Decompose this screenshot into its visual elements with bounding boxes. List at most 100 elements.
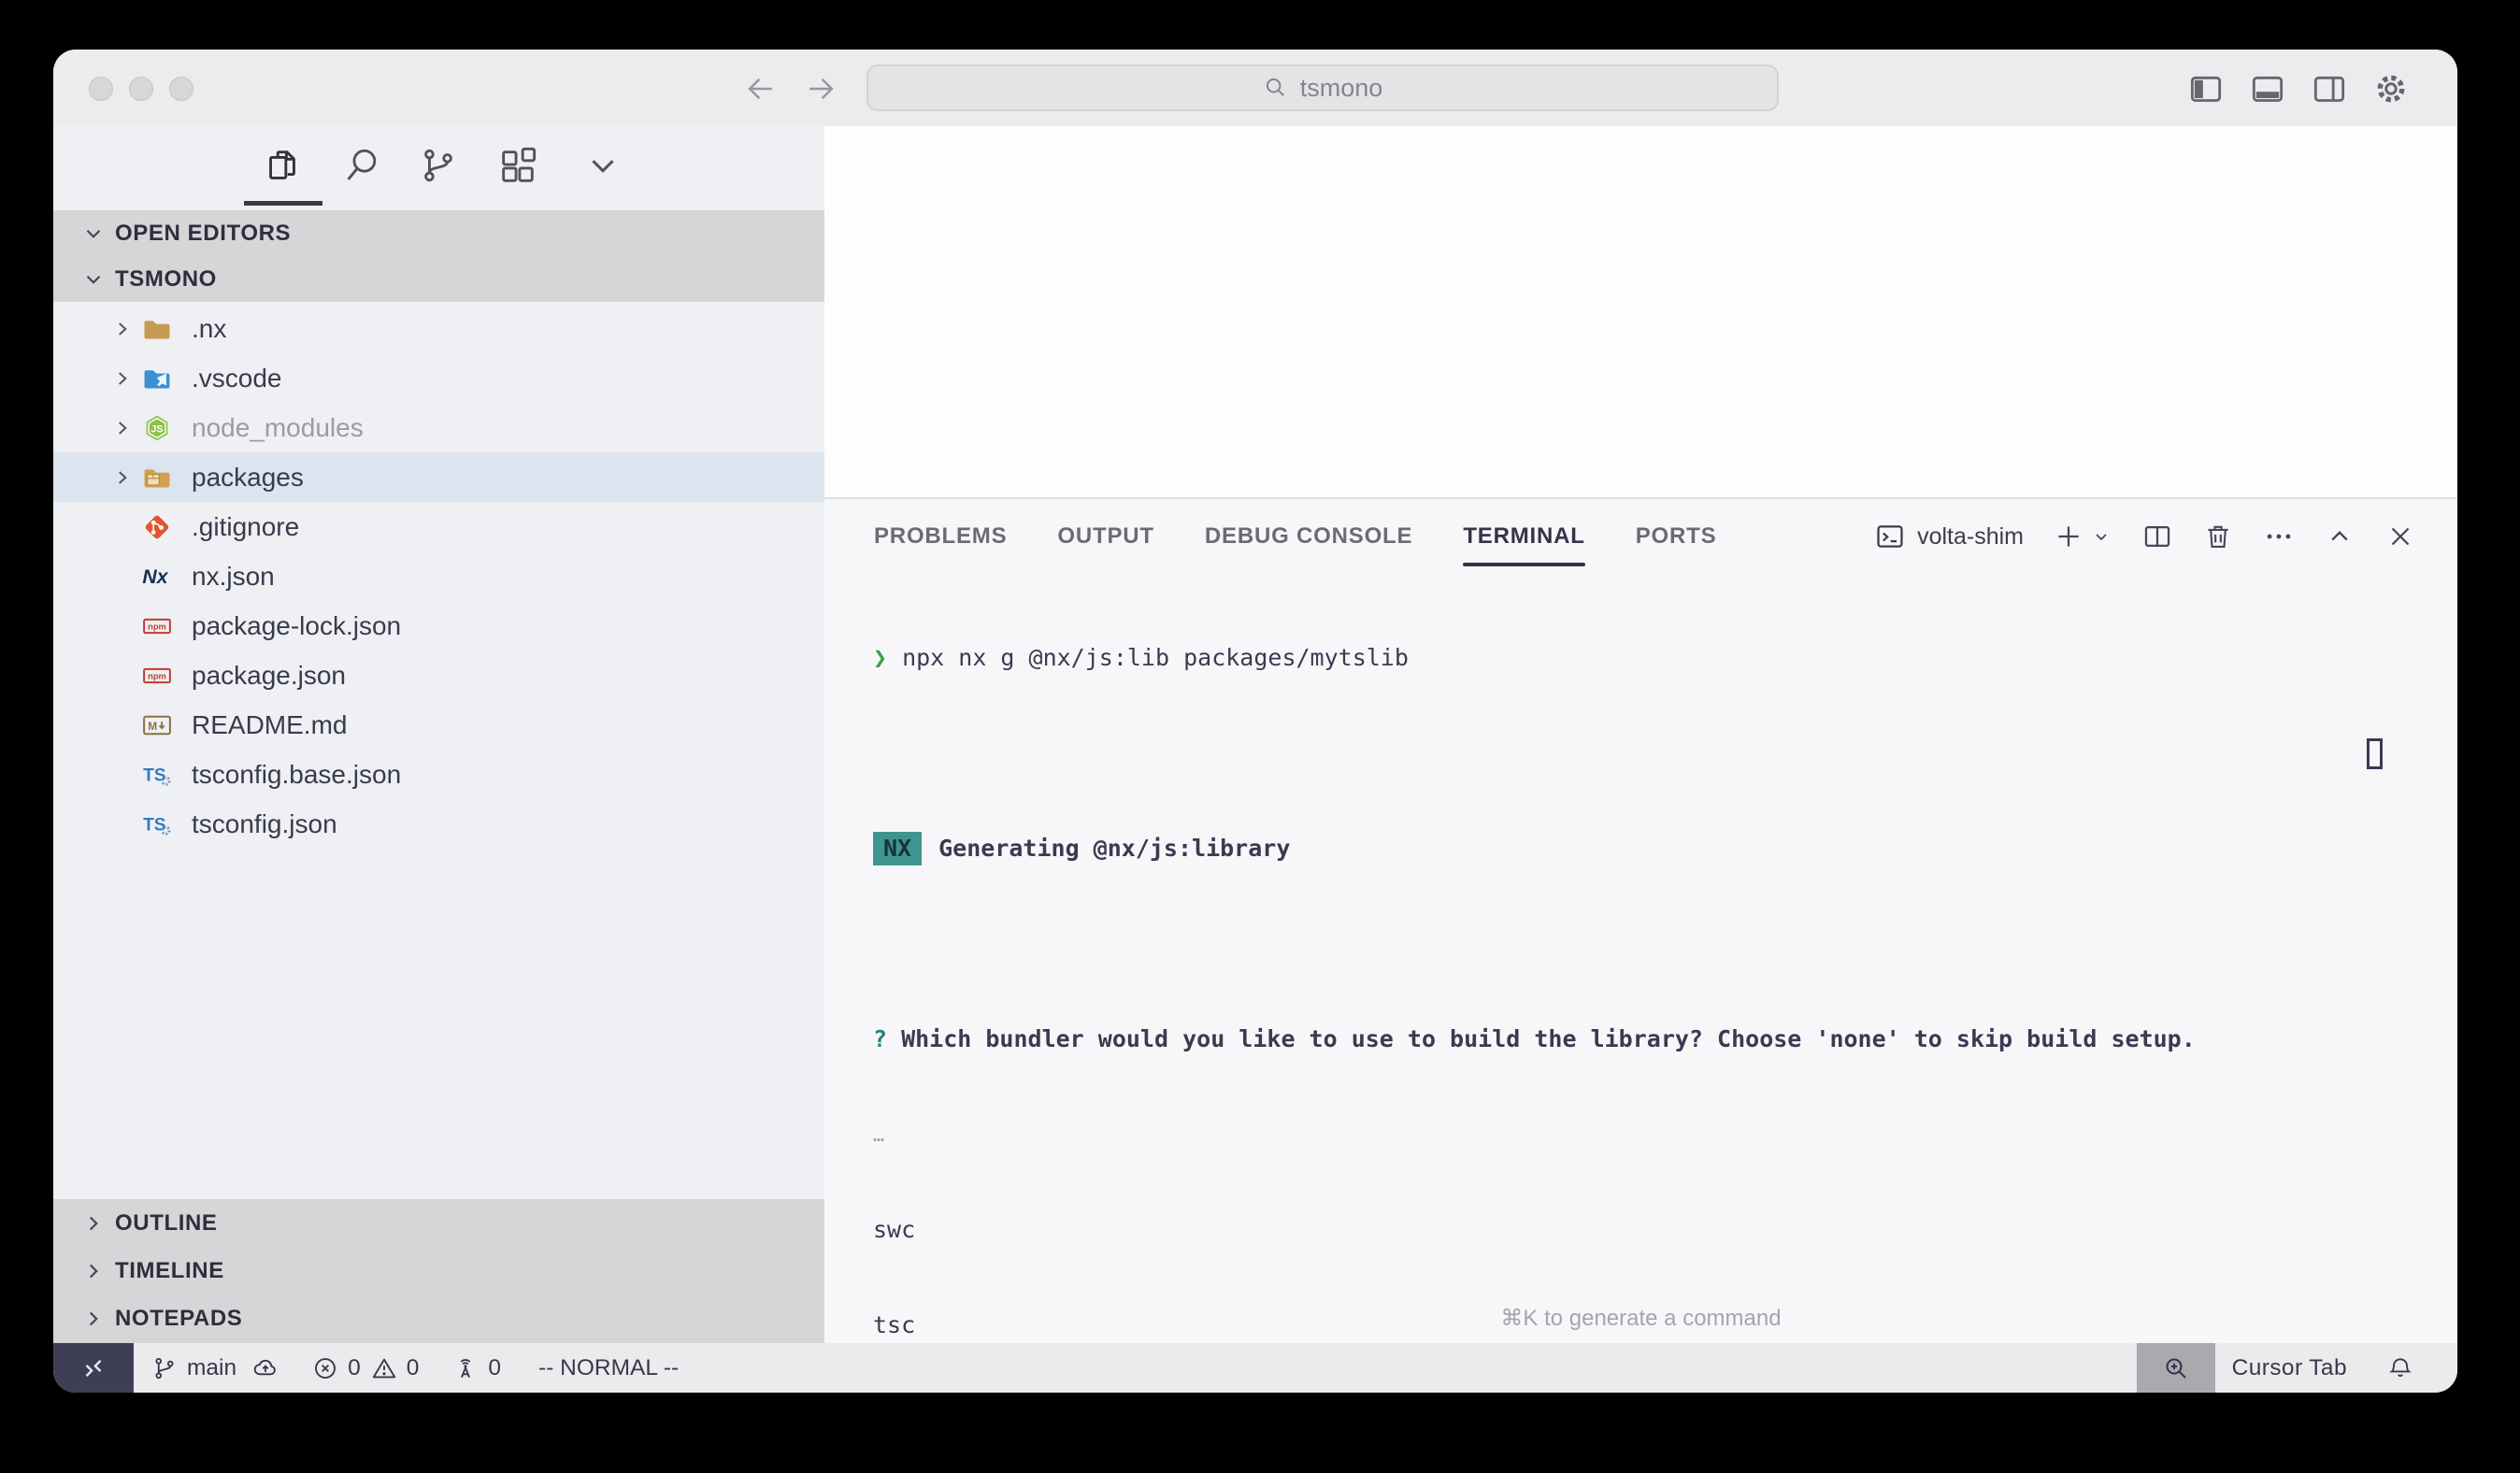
vim-mode-indicator[interactable]: -- NORMAL -- bbox=[538, 1355, 679, 1381]
activity-bar bbox=[53, 126, 824, 210]
file-label: .gitignore bbox=[192, 512, 299, 542]
overflow-indicator: … bbox=[873, 1119, 884, 1151]
terminal-command-line: ❯npx nx g @nx/js:lib packages/mytslib bbox=[873, 642, 2196, 674]
terminal-cursor bbox=[2367, 738, 2383, 769]
cursor-tab-toggle[interactable]: Cursor Tab bbox=[2232, 1355, 2347, 1381]
tree-item-gitignore[interactable]: .gitignore bbox=[53, 502, 824, 551]
explorer-headers: OPEN EDITORS TSMONO bbox=[53, 210, 824, 302]
warnings-indicator[interactable]: 0 bbox=[370, 1354, 420, 1382]
panel-actions: volta-shim bbox=[1874, 499, 2416, 574]
ports-indicator[interactable]: 0 bbox=[451, 1354, 501, 1382]
file-label: tsconfig.base.json bbox=[192, 760, 401, 790]
cloud-upload-icon bbox=[251, 1354, 279, 1382]
sync-changes-button[interactable] bbox=[251, 1354, 279, 1382]
file-label: .nx bbox=[192, 314, 226, 344]
timeline-section-header[interactable]: TIMELINE bbox=[53, 1247, 824, 1294]
error-circle-icon bbox=[311, 1354, 339, 1382]
file-label: packages bbox=[192, 463, 304, 493]
ports-count: 0 bbox=[488, 1355, 501, 1381]
sidebar-bottom-sections: OUTLINE TIMELINE NOTEPADS bbox=[53, 1199, 824, 1343]
chevron-right-icon bbox=[81, 1211, 106, 1236]
npm-icon: npm bbox=[141, 610, 173, 642]
sidebar-item-search[interactable] bbox=[339, 143, 384, 188]
terminal-output[interactable]: ❯npx nx g @nx/js:lib packages/mytslib NX… bbox=[873, 579, 2196, 1393]
command-center-search[interactable]: tsmono bbox=[866, 64, 1779, 111]
settings-button[interactable] bbox=[2371, 69, 2411, 108]
more-actions-icon[interactable] bbox=[2263, 521, 2295, 552]
toggle-secondary-sidebar-button[interactable] bbox=[2310, 69, 2349, 108]
file-label: .vscode bbox=[192, 364, 282, 393]
tab-debug-console[interactable]: DEBUG CONSOLE bbox=[1205, 499, 1412, 574]
tree-item-readme-md[interactable]: M README.md bbox=[53, 700, 824, 750]
file-label: package.json bbox=[192, 661, 346, 691]
tree-item-nx-json[interactable]: Nx nx.json bbox=[53, 551, 824, 601]
tree-item-package-json[interactable]: npm package.json bbox=[53, 651, 824, 700]
warning-triangle-icon bbox=[370, 1354, 398, 1382]
editor-area bbox=[824, 126, 2457, 497]
sidebar-item-more-views[interactable] bbox=[580, 143, 625, 188]
typescript-icon: TS bbox=[141, 808, 173, 840]
kill-terminal-icon[interactable] bbox=[2202, 521, 2234, 552]
svg-text:npm: npm bbox=[148, 622, 166, 631]
nx-icon: Nx bbox=[141, 561, 173, 593]
errors-count: 0 bbox=[348, 1355, 361, 1381]
tree-item-node-modules-folder[interactable]: JS node_modules bbox=[53, 403, 824, 452]
notepads-section-header[interactable]: NOTEPADS bbox=[53, 1294, 824, 1342]
titlebar: tsmono bbox=[53, 50, 2457, 126]
chevron-down-icon bbox=[81, 222, 106, 246]
explorer-icon bbox=[261, 144, 304, 187]
tree-item-packages-folder[interactable]: packages bbox=[53, 452, 824, 502]
close-button[interactable] bbox=[89, 77, 113, 101]
prompt-question-line: ?Which bundler would you like to use to … bbox=[873, 1023, 2196, 1055]
close-panel-icon[interactable] bbox=[2384, 521, 2416, 552]
tree-item-package-lock-json[interactable]: npm package-lock.json bbox=[53, 601, 824, 651]
tree-item-tsconfig-base-json[interactable]: TS tsconfig.base.json bbox=[53, 750, 824, 799]
project-root-label: TSMONO bbox=[115, 266, 217, 293]
chevron-right-icon bbox=[81, 1307, 106, 1331]
sidebar-item-extensions[interactable] bbox=[495, 143, 540, 188]
source-control-icon bbox=[417, 144, 460, 187]
radio-tower-icon bbox=[451, 1354, 480, 1382]
forward-button[interactable] bbox=[802, 70, 839, 107]
toggle-primary-sidebar-button[interactable] bbox=[2186, 69, 2226, 108]
terminal-command: npx nx g @nx/js:lib packages/mytslib bbox=[902, 642, 1409, 674]
back-button[interactable] bbox=[742, 70, 780, 107]
branch-indicator[interactable]: main bbox=[150, 1354, 236, 1382]
tree-item-tsconfig-json[interactable]: TS tsconfig.json bbox=[53, 799, 824, 849]
window-controls bbox=[89, 77, 193, 101]
outline-section-header[interactable]: OUTLINE bbox=[53, 1199, 824, 1247]
toggle-panel-button[interactable] bbox=[2248, 69, 2287, 108]
maximize-panel-icon[interactable] bbox=[2324, 521, 2355, 552]
tree-item-vscode-folder[interactable]: .vscode bbox=[53, 353, 824, 403]
option-swc[interactable]: swc bbox=[873, 1214, 2196, 1246]
git-icon bbox=[141, 511, 173, 543]
tab-ports[interactable]: PORTS bbox=[1636, 499, 1717, 574]
markdown-icon: M bbox=[141, 709, 173, 741]
search-icon bbox=[1263, 75, 1289, 101]
app-window: tsmono bbox=[53, 50, 2457, 1393]
bottom-panel: PROBLEMS OUTPUT DEBUG CONSOLE TERMINAL P… bbox=[824, 497, 2457, 1343]
sidebar-item-source-control[interactable] bbox=[416, 143, 461, 188]
remote-indicator[interactable] bbox=[53, 1343, 134, 1393]
svg-text:Nx: Nx bbox=[142, 565, 168, 588]
zoom-button[interactable] bbox=[169, 77, 193, 101]
terminal-instance[interactable]: volta-shim bbox=[1874, 521, 2024, 552]
terminal-picker-chevron-icon[interactable] bbox=[2090, 525, 2112, 548]
svg-text:JS: JS bbox=[150, 423, 163, 435]
new-terminal-icon[interactable] bbox=[2053, 521, 2084, 552]
warnings-count: 0 bbox=[407, 1355, 420, 1381]
sidebar-item-explorer[interactable] bbox=[260, 143, 305, 188]
tree-item-nx-folder[interactable]: .nx bbox=[53, 304, 824, 353]
minimize-button[interactable] bbox=[129, 77, 153, 101]
split-terminal-icon[interactable] bbox=[2141, 521, 2173, 552]
notifications-bell-icon[interactable] bbox=[2386, 1354, 2414, 1382]
project-root-header[interactable]: TSMONO bbox=[53, 256, 824, 302]
shell-label: volta-shim bbox=[1917, 523, 2024, 551]
errors-indicator[interactable]: 0 bbox=[311, 1354, 361, 1382]
tab-problems[interactable]: PROBLEMS bbox=[874, 499, 1007, 574]
screencast-zoom-button[interactable] bbox=[2137, 1343, 2215, 1393]
tab-output[interactable]: OUTPUT bbox=[1057, 499, 1153, 574]
open-editors-header[interactable]: OPEN EDITORS bbox=[53, 210, 824, 256]
tab-terminal[interactable]: TERMINAL bbox=[1463, 499, 1584, 574]
file-label: package-lock.json bbox=[192, 611, 401, 641]
